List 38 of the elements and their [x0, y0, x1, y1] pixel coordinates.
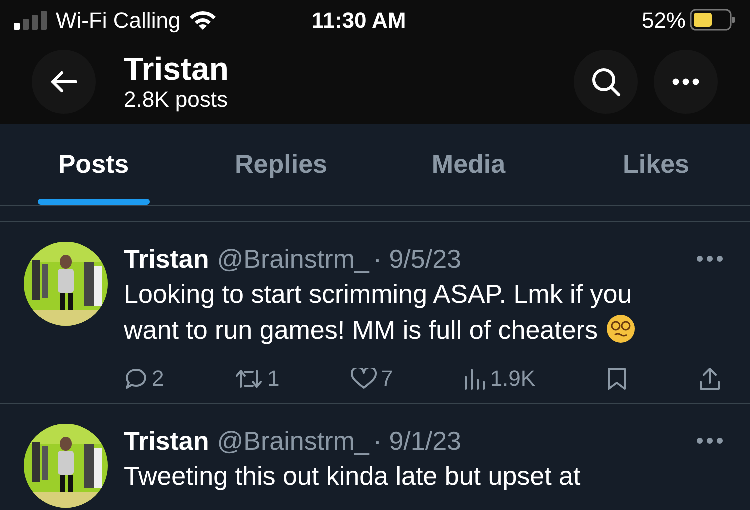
wifi-icon [188, 9, 217, 31]
like-button[interactable]: 7 [350, 362, 394, 395]
reply-button[interactable]: 2 [124, 362, 164, 395]
more-icon [696, 437, 724, 445]
repost-icon [235, 368, 264, 390]
post-count: 2.8K posts [124, 87, 229, 113]
profile-tab[interactable]: Media [375, 124, 562, 205]
bar-chart-icon [464, 368, 486, 390]
bookmark-button[interactable] [606, 366, 627, 390]
more-icon [672, 78, 700, 86]
author-handle: @Brainstrm_ [217, 425, 370, 458]
back-arrow-icon [50, 70, 78, 94]
views-button[interactable]: 1.9K [464, 362, 536, 395]
comment-icon [124, 366, 148, 390]
bookmark-icon [606, 366, 627, 390]
battery-percentage: 52% [642, 6, 686, 34]
post-date: · 9/5/23 [373, 243, 462, 276]
carrier-label: Wi-Fi Calling [56, 6, 181, 35]
search-icon [591, 67, 621, 97]
profile-tab[interactable]: Likes [562, 124, 750, 205]
dizzy-face-icon [606, 314, 636, 344]
share-button[interactable] [698, 366, 722, 390]
signal-icon [14, 10, 48, 30]
share-icon [698, 366, 722, 390]
profile-name: Tristan [124, 51, 229, 87]
post-date: · 9/1/23 [373, 425, 462, 458]
profile-tab[interactable]: Posts [0, 124, 188, 205]
post-text: Tweeting this out kinda late but upset at [124, 460, 582, 493]
repost-button[interactable]: 1 [235, 362, 280, 395]
post-text: Looking to start scrimming ASAP. Lmk if you want to run games! MM is full of cheaters [124, 276, 684, 348]
heart-icon [350, 368, 377, 390]
battery-icon [690, 9, 736, 31]
author-name: Tristan [124, 243, 210, 276]
more-icon [696, 255, 724, 263]
clock-time: 11:30 AM [312, 6, 406, 34]
author-name: Tristan [124, 425, 210, 458]
author-handle: @Brainstrm_ [217, 243, 370, 276]
profile-tab[interactable]: Replies [188, 124, 375, 205]
